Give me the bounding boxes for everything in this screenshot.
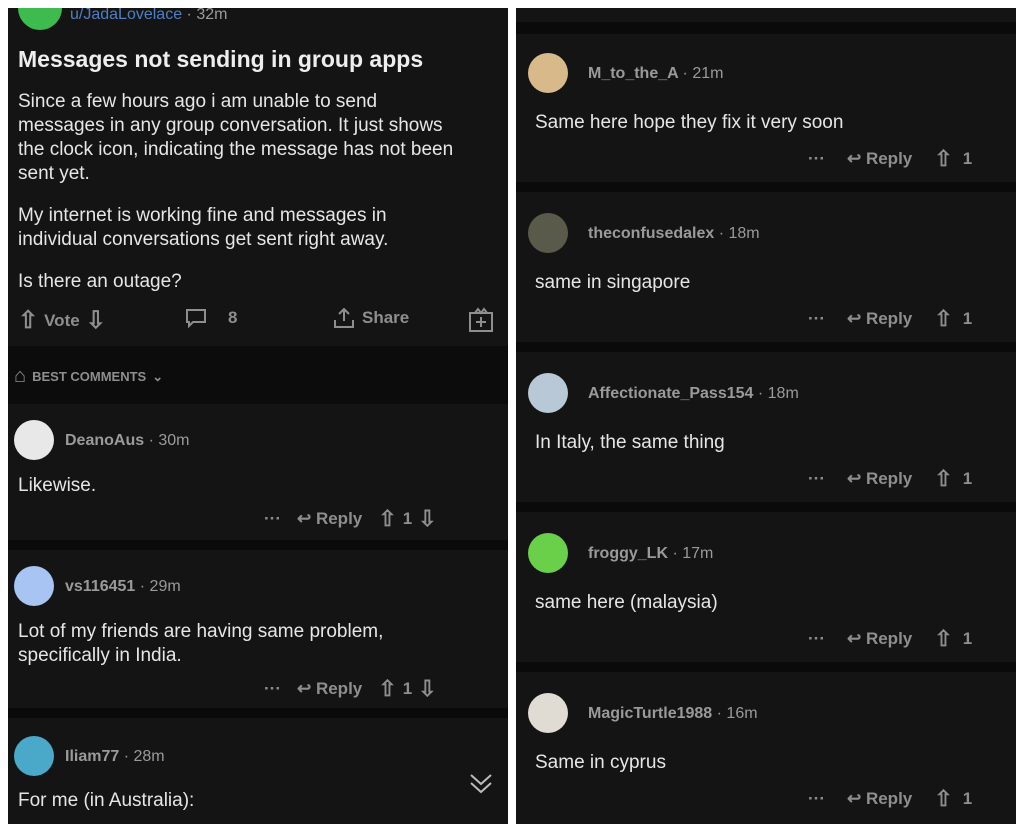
more-options-button[interactable]: ··· (808, 789, 825, 809)
post-body: Since a few hours ago i am unable to sen… (18, 91, 454, 292)
reply-button[interactable]: ↩ Reply (297, 679, 362, 699)
vote-control: ⇧ Vote ⇩ (18, 306, 106, 335)
reply-button[interactable]: ↩ Reply (847, 469, 912, 489)
avatar[interactable] (14, 420, 54, 460)
post-author-link[interactable]: u/JadaLovelace (70, 8, 182, 23)
comment-author[interactable]: M_to_the_A (588, 65, 678, 82)
reply-button[interactable]: ↩ Reply (297, 509, 362, 529)
comment-author[interactable]: DeanoAus (65, 432, 144, 449)
more-options-button[interactable]: ··· (808, 629, 825, 649)
share-icon (334, 307, 354, 328)
upvote-icon[interactable]: ⇧ (934, 626, 952, 652)
upvote-icon[interactable]: ⇧ (934, 306, 952, 332)
double-chevron-down-icon[interactable] (468, 770, 494, 796)
upvote-icon[interactable]: ⇧ (934, 786, 952, 812)
vote-count: 1 (402, 679, 413, 698)
upvote-icon[interactable]: ⇧ (378, 676, 396, 702)
upvote-icon[interactable]: ⇧ (934, 466, 952, 492)
comment-text: In Italy, the same thing (535, 432, 725, 453)
avatar[interactable] (528, 373, 568, 413)
downvote-icon[interactable]: ⇩ (86, 306, 106, 335)
rocket-icon: ⌂ (14, 365, 27, 387)
avatar[interactable] (528, 213, 568, 253)
post-time: · 32m (186, 8, 228, 23)
right-screenshot: M_to_the_A · 21m Same here hope they fix… (516, 8, 1016, 824)
more-options-button[interactable]: ··· (808, 309, 825, 329)
comment-actions: ··· ↩ Reply ⇧ 1 ⇩ (264, 676, 437, 702)
divider (8, 540, 508, 550)
vote-count: 1 (962, 629, 973, 648)
comment-actions: ··· ↩ Reply ⇧ 1 (808, 146, 972, 172)
comment-text: Same here hope they fix it very soon (535, 112, 844, 133)
avatar[interactable] (14, 566, 54, 606)
upvote-icon[interactable]: ⇧ (378, 506, 396, 532)
avatar[interactable] (528, 693, 568, 733)
upvote-icon[interactable]: ⇧ (934, 146, 952, 172)
comment-actions: ··· ↩ Reply ⇧ 1 (808, 786, 972, 812)
upvote-icon[interactable]: ⇧ (18, 306, 38, 335)
reply-button[interactable]: ↩ Reply (847, 149, 912, 169)
reply-button[interactable]: ↩ Reply (847, 629, 912, 649)
divider (8, 708, 508, 718)
comment-text: For me (in Australia): (18, 790, 195, 811)
divider (516, 502, 1016, 512)
divider (516, 22, 1016, 34)
downvote-icon[interactable]: ⇩ (418, 676, 436, 702)
sort-dropdown[interactable]: ⌂ BEST COMMENTS ⌄ (14, 365, 163, 388)
comment-author[interactable]: froggy_LK (588, 545, 668, 562)
chevron-down-icon: ⌄ (152, 368, 164, 384)
comment-actions: ··· ↩ Reply ⇧ 1 ⇩ (264, 506, 437, 532)
more-options-button[interactable]: ··· (808, 149, 825, 169)
vote-count: 1 (962, 789, 973, 808)
comment-author[interactable]: Affectionate_Pass154 (588, 385, 753, 402)
divider (516, 662, 1016, 672)
vote-count: 1 (962, 149, 973, 168)
comment-author[interactable]: Iliam77 (65, 748, 119, 765)
whatsapp-avatar[interactable] (18, 8, 62, 30)
comment-author[interactable]: MagicTurtle1988 (588, 705, 712, 722)
avatar[interactable] (528, 533, 568, 573)
comment-text: same here (malaysia) (535, 592, 718, 613)
more-options-button[interactable]: ··· (264, 509, 281, 529)
comment-icon (186, 309, 206, 329)
comment-text: same in singapore (535, 272, 691, 293)
vote-label: Vote (44, 310, 80, 330)
comment-actions: ··· ↩ Reply ⇧ 1 (808, 626, 972, 652)
award-icon[interactable] (468, 307, 494, 333)
share-button[interactable]: Share (332, 306, 409, 330)
avatar[interactable] (528, 53, 568, 93)
left-screenshot: u/JadaLovelace · 32m Messages not sendin… (8, 8, 508, 824)
comment-actions: ··· ↩ Reply ⇧ 1 (808, 306, 972, 332)
avatar[interactable] (14, 736, 54, 776)
comments-button[interactable]: 8 (184, 306, 237, 330)
more-options-button[interactable]: ··· (264, 679, 281, 699)
vote-count: 1 (402, 509, 413, 528)
comment-author[interactable]: vs116451 (65, 578, 135, 595)
divider (516, 342, 1016, 352)
vote-count: 1 (962, 469, 973, 488)
reply-button[interactable]: ↩ Reply (847, 309, 912, 329)
vote-count: 1 (962, 309, 973, 328)
comment-text: Lot of my friends are having same proble… (18, 621, 384, 666)
comment-text: Likewise. (18, 475, 97, 496)
comment-text: Same in cyprus (535, 752, 666, 773)
reply-button[interactable]: ↩ Reply (847, 789, 912, 809)
downvote-icon[interactable]: ⇩ (418, 506, 436, 532)
divider (516, 182, 1016, 192)
comment-author[interactable]: theconfusedalex (588, 225, 714, 242)
more-options-button[interactable]: ··· (808, 469, 825, 489)
comment-count: 8 (228, 308, 238, 327)
post-title: Messages not sending in group apps (18, 46, 424, 72)
comment-actions: ··· ↩ Reply ⇧ 1 (808, 466, 972, 492)
